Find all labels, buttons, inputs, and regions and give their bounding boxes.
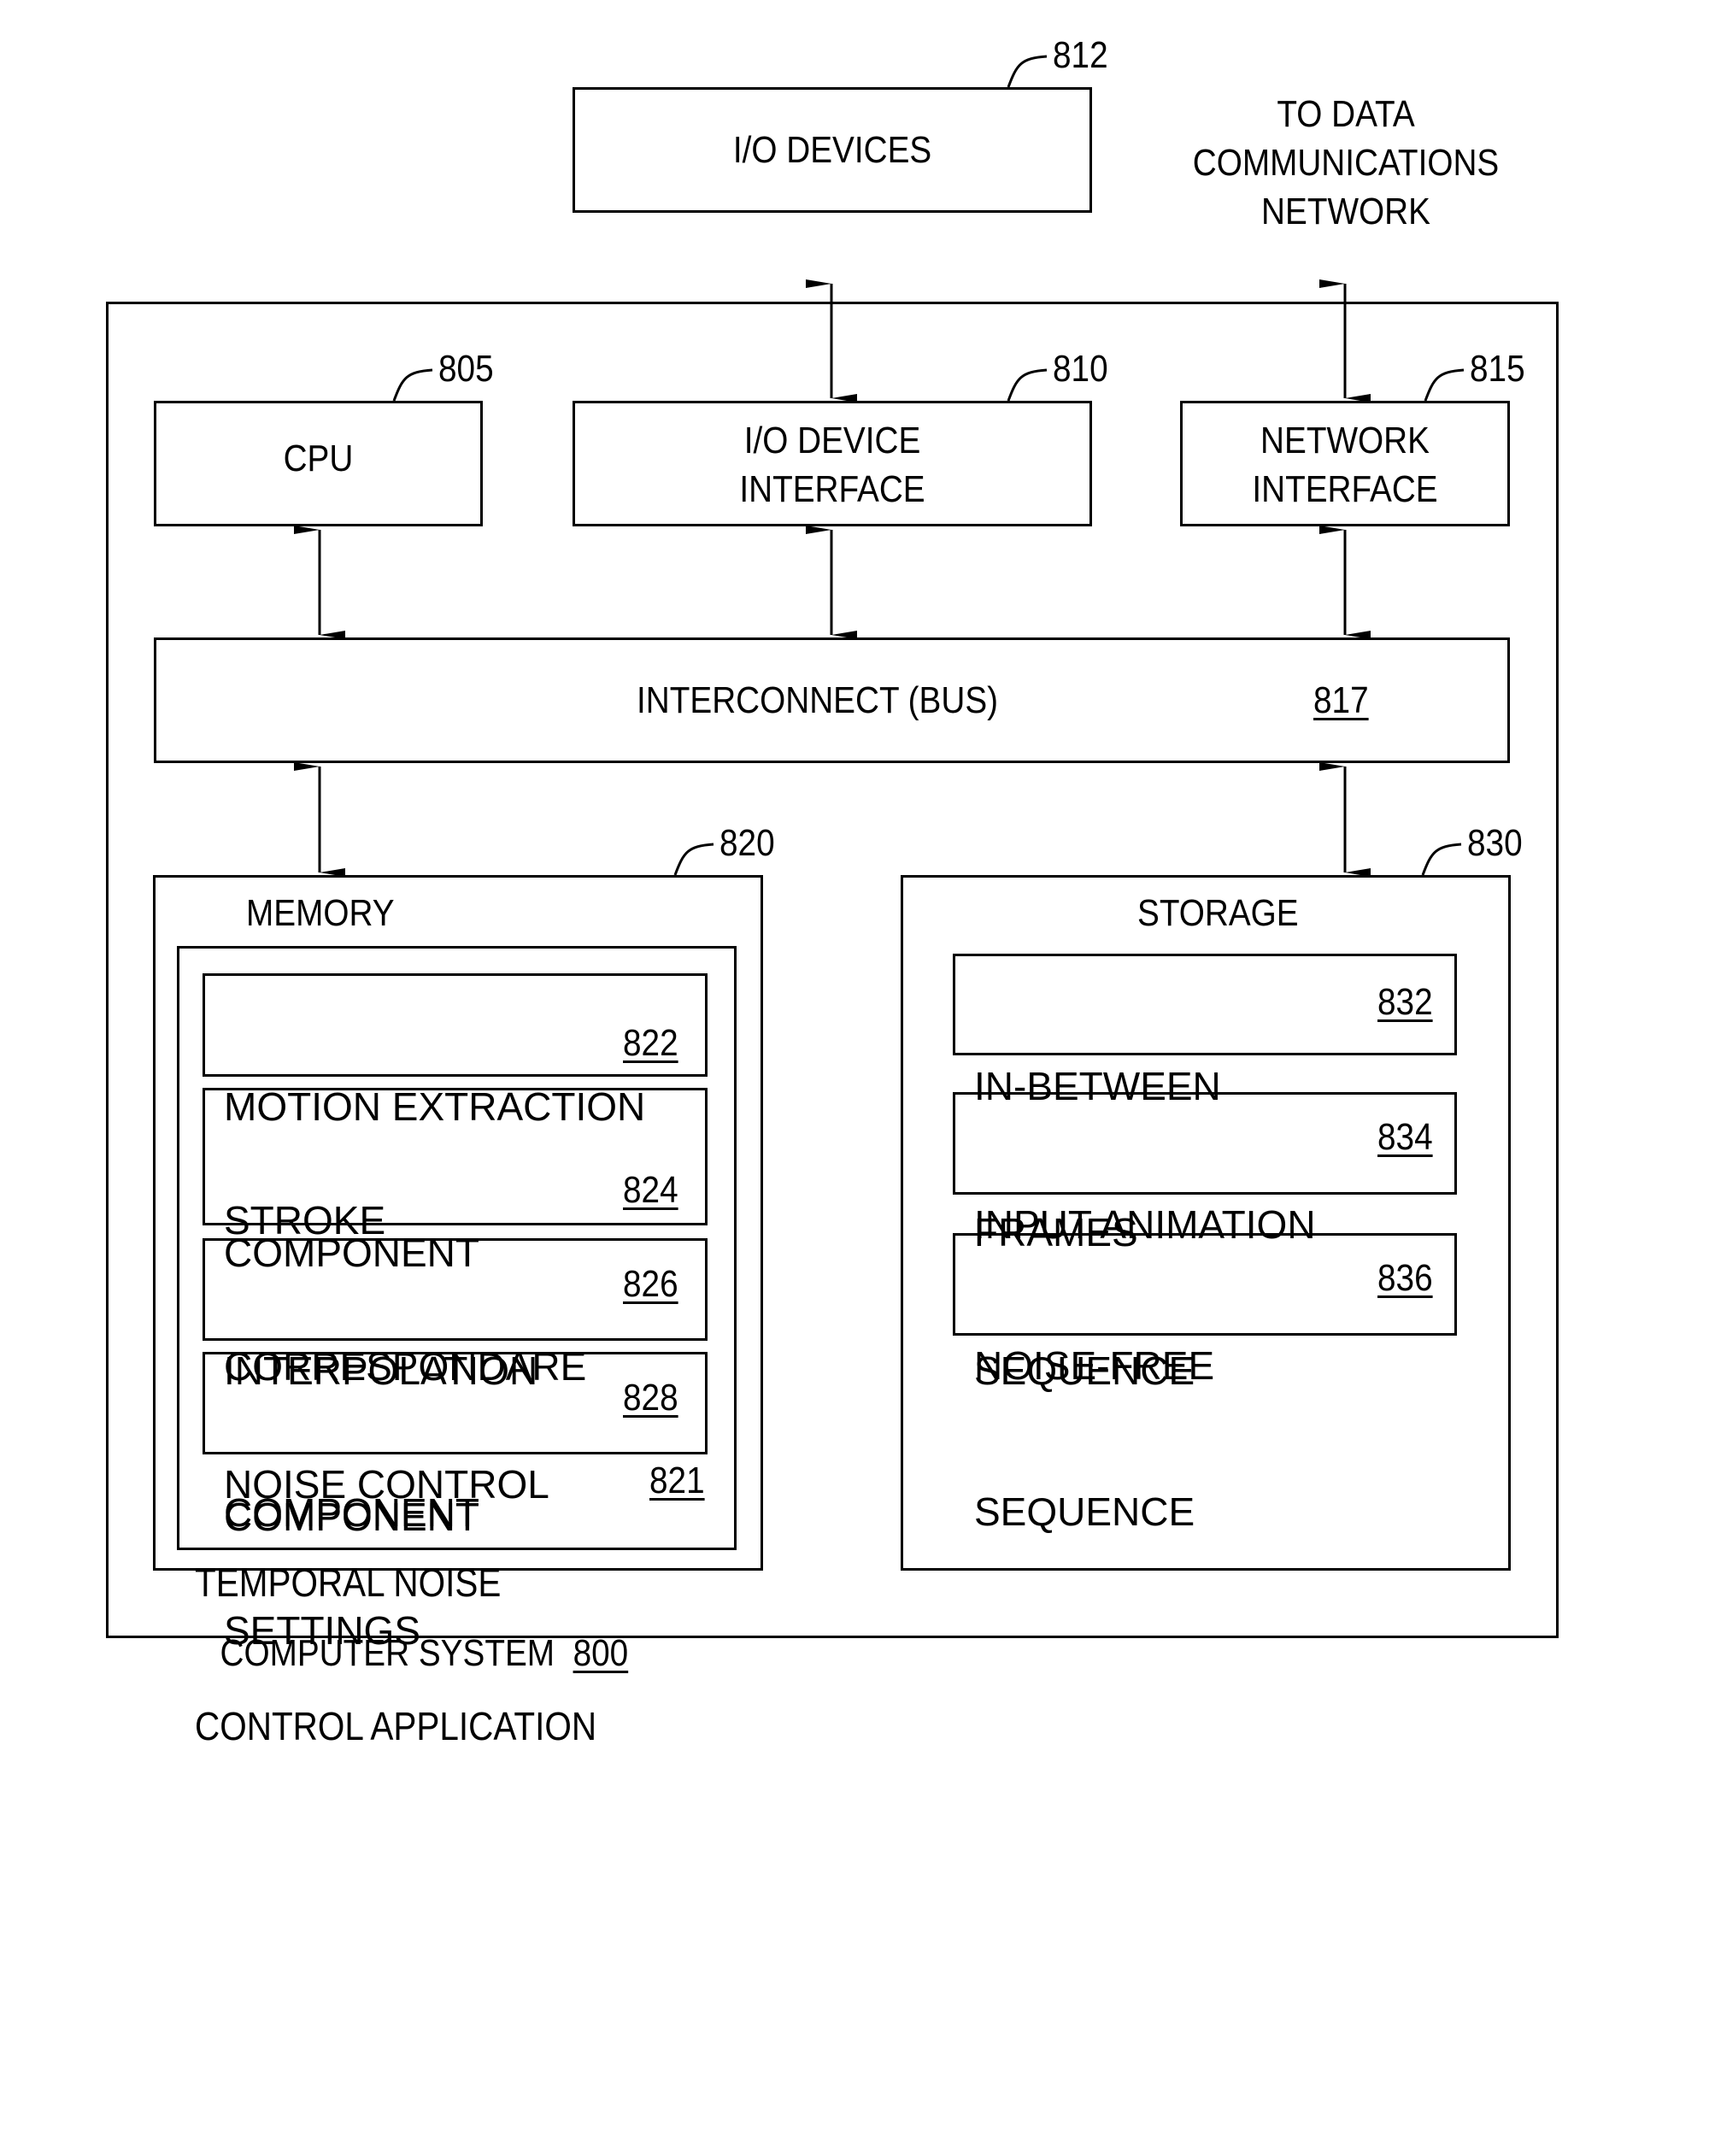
ref-817: 817 [1313,679,1369,721]
ref-832: 832 [1377,981,1433,1023]
ref-822: 822 [623,1022,678,1064]
cpu-label: CPU [283,437,354,479]
ref-805: 805 [438,348,494,390]
ref-828: 828 [623,1377,678,1419]
bus-label: INTERCONNECT (BUS) [637,679,999,721]
network-destination-label: TO DATA COMMUNICATIONS NETWORK [1192,93,1500,232]
io-devices-label: I/O DEVICES [732,128,932,171]
ref-830: 830 [1467,822,1523,864]
ref-824: 824 [623,1169,678,1211]
memory-label: MEMORY [246,892,395,934]
io-device-interface-box: I/O DEVICE INTERFACE [573,401,1092,526]
ref-821: 821 [649,1460,705,1501]
ref-810: 810 [1053,348,1108,390]
io-devices-box: I/O DEVICES [573,87,1092,213]
ref-820: 820 [719,822,775,864]
ref-826: 826 [623,1263,678,1305]
ref-812: 812 [1053,34,1108,76]
leader-812 [1007,55,1048,88]
ref-815: 815 [1470,348,1525,390]
storage-label: STORAGE [1137,892,1299,934]
network-interface-box: NETWORK INTERFACE [1180,401,1510,526]
ref-836: 836 [1377,1257,1433,1299]
ref-834: 834 [1377,1116,1433,1158]
cpu-box: CPU [154,401,483,526]
noise-free-sequence-label: NOISE-FREE SEQUENCE [974,1343,1215,1534]
temporal-noise-control-application-label: TEMPORAL NOISE CONTROL APPLICATION [195,1560,597,1748]
